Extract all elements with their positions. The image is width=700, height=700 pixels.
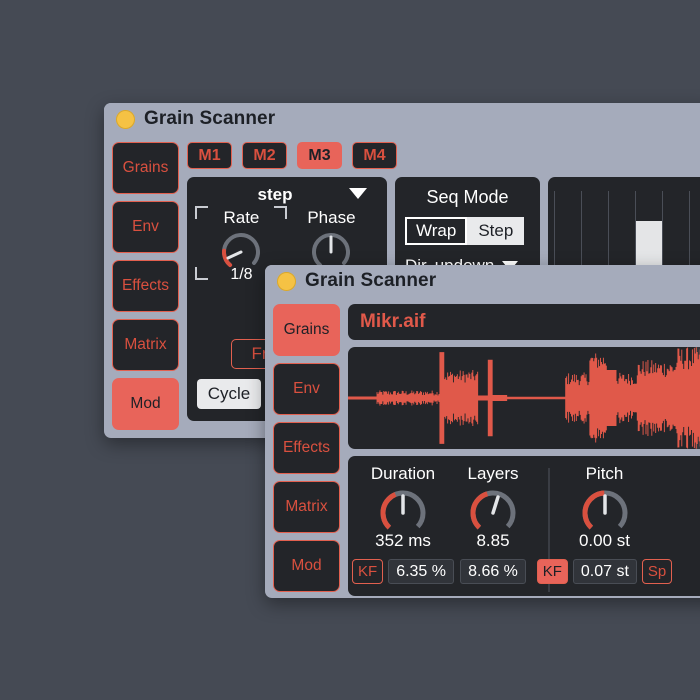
- desktop: Grain Scanner Grains Env Effects Matrix …: [0, 0, 700, 700]
- window-grain-scanner-front[interactable]: Grain Scanner Grains Env Effects Matrix …: [265, 265, 700, 598]
- param-pitch-value: 0.00 st: [578, 531, 631, 550]
- param-layers-kf-amount[interactable]: 8.66 %: [460, 559, 526, 584]
- front-nav-grains[interactable]: Grains: [273, 304, 340, 356]
- seq-mode-step[interactable]: Step: [467, 217, 525, 245]
- mod-slot-m3[interactable]: M3: [297, 142, 342, 169]
- lfo-cycle-button[interactable]: Cycle: [197, 379, 261, 409]
- orange-circle-icon: [116, 109, 135, 129]
- front-window-title: Grain Scanner: [305, 270, 437, 291]
- front-nav-env[interactable]: Env: [273, 363, 340, 415]
- lfo-rate-label: Rate: [223, 208, 260, 227]
- back-nav-effects[interactable]: Effects: [112, 260, 179, 312]
- front-nav-effects[interactable]: Effects: [273, 422, 340, 474]
- back-nav-grains[interactable]: Grains: [112, 142, 179, 194]
- param-layers-mod-row: 8.66 %: [460, 559, 526, 584]
- param-group-left: Duration 352 ms KF 6.35 % Layers 8.85 8.…: [348, 464, 548, 596]
- front-nav-mod[interactable]: Mod: [273, 540, 340, 592]
- lfo-rate-control[interactable]: Rate 1/8: [195, 206, 288, 284]
- lfo-rate-knob[interactable]: [218, 229, 264, 275]
- back-nav-matrix[interactable]: Matrix: [112, 319, 179, 371]
- lfo-mode-value[interactable]: step: [173, 185, 377, 205]
- param-duration-kf-amount[interactable]: 6.35 %: [388, 559, 454, 584]
- param-pitch-kf-button[interactable]: KF: [536, 559, 568, 584]
- sample-filename: Mikr.aif: [360, 311, 426, 332]
- back-nav-mod[interactable]: Mod: [112, 378, 179, 430]
- param-pitch-label: Pitch: [585, 464, 624, 483]
- param-duration: Duration 352 ms KF 6.35 %: [352, 464, 454, 596]
- orange-circle-icon: [277, 271, 296, 291]
- seq-mode-segmented: Wrap Step: [405, 217, 530, 245]
- back-nav-env[interactable]: Env: [112, 201, 179, 253]
- waveform-display[interactable]: [348, 347, 700, 449]
- param-group-right: Pitch 0.00 st KF 0.07 st Sp: [536, 464, 673, 596]
- param-layers-value: 8.85: [476, 531, 510, 550]
- back-nav: Grains Env Effects Matrix Mod: [112, 142, 179, 430]
- mod-slot-m1[interactable]: M1: [187, 142, 232, 169]
- mod-slot-m4[interactable]: M4: [352, 142, 397, 169]
- mod-slot-m2[interactable]: M2: [242, 142, 287, 169]
- param-pitch-mod-row: KF 0.07 st Sp: [536, 559, 673, 584]
- param-duration-value: 352 ms: [375, 531, 431, 550]
- front-nav: Grains Env Effects Matrix Mod: [273, 304, 340, 592]
- sample-name-field[interactable]: Mikr.aif: [348, 304, 700, 340]
- chevron-down-icon[interactable]: [349, 188, 367, 199]
- grain-parameters: Duration 352 ms KF 6.35 % Layers 8.85 8.…: [348, 456, 700, 596]
- mod-slot-row: M1 M2 M3 M4: [187, 142, 700, 169]
- lfo-phase-label: Phase: [307, 208, 356, 227]
- seq-mode-title: Seq Mode: [426, 187, 509, 207]
- front-content: Mikr.aif Duration 352 ms KF 6.35 % Layer…: [348, 304, 700, 596]
- back-window-title: Grain Scanner: [144, 108, 276, 129]
- param-pitch-kf-amount[interactable]: 0.07 st: [572, 559, 637, 584]
- param-pitch: Pitch 0.00 st KF 0.07 st Sp: [536, 464, 673, 596]
- param-layers: Layers 8.85 8.66 %: [450, 464, 536, 596]
- front-titlebar[interactable]: Grain Scanner: [265, 265, 700, 297]
- param-pitch-sp-button[interactable]: Sp: [641, 559, 673, 584]
- param-duration-label: Duration: [370, 464, 436, 483]
- front-window-body: Grains Env Effects Matrix Mod Mikr.aif D…: [265, 297, 700, 598]
- waveform-graphic: [348, 347, 700, 449]
- back-titlebar[interactable]: Grain Scanner: [104, 103, 700, 135]
- param-duration-mod-row: KF 6.35 %: [352, 559, 454, 584]
- param-duration-kf-button[interactable]: KF: [352, 559, 384, 584]
- param-layers-label: Layers: [467, 464, 519, 483]
- seq-mode-wrap[interactable]: Wrap: [405, 217, 468, 245]
- front-nav-matrix[interactable]: Matrix: [273, 481, 340, 533]
